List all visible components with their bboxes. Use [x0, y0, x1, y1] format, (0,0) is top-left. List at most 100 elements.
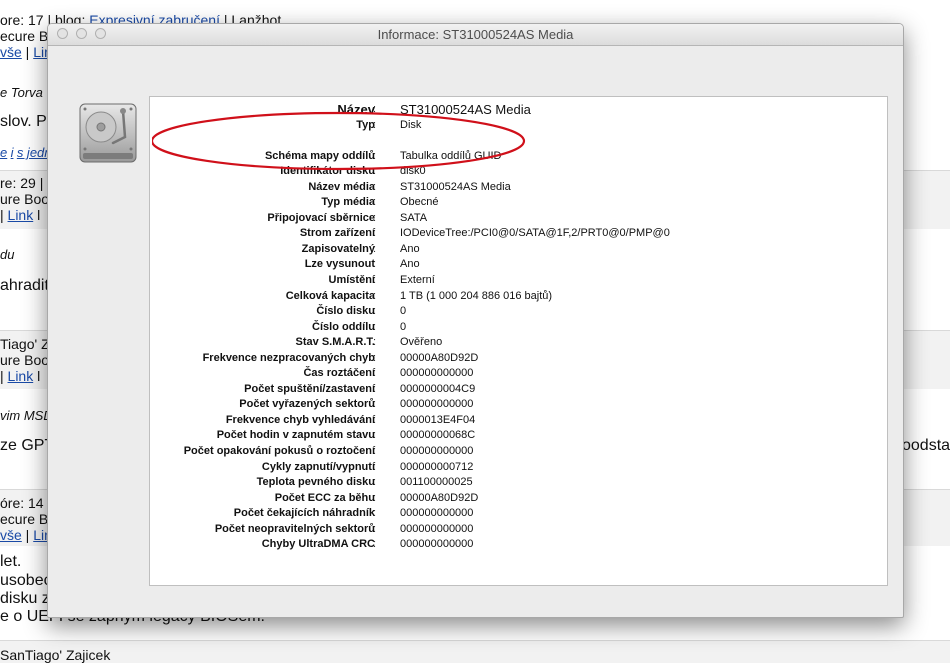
info-label: Strom zařízení: [299, 227, 375, 240]
bg-link-vse-1[interactable]: vše: [0, 44, 22, 60]
info-label: Počet ECC za běhu: [274, 491, 375, 504]
info-label: Počet čekajících náhradník: [233, 507, 375, 520]
info-row: Teplota pevného disku: 001100000025: [150, 475, 887, 491]
window-title: Informace: ST31000524AS Media: [377, 27, 574, 42]
info-value: 0: [400, 305, 407, 318]
info-value: 00000A80D92D: [400, 351, 479, 364]
bg-post-meta-2: re: 29 | l: [0, 175, 51, 191]
bg-text-2: ahradit: [0, 277, 49, 294]
info-colon: :: [373, 242, 377, 255]
bg-text-3b: oodstat: [902, 437, 950, 454]
info-value: Ano: [400, 242, 420, 255]
info-row: Strom zařízení: IODeviceTree:/PCI0@0/SATA…: [150, 226, 887, 242]
bg-links-2: | Link l: [0, 207, 41, 223]
info-colon: :: [373, 258, 377, 271]
info-value: Disk: [400, 118, 422, 131]
info-label: Název: [337, 102, 375, 117]
info-row: Frekvence nezpracovaných chyb: 00000A80D9…: [150, 351, 887, 367]
info-row: Číslo disku: 0: [150, 304, 887, 320]
info-label: Připojovací sběrnice: [267, 211, 375, 224]
info-colon: :: [373, 211, 377, 224]
info-row: Počet ECC za běhu: 00000A80D92D: [150, 491, 887, 507]
bg-quote-3: vim MSD: [0, 408, 53, 423]
info-label: Čas roztáčení: [303, 367, 375, 380]
info-row: Stav S.M.A.R.T.: Ověřeno: [150, 335, 887, 351]
bg-text-4a: let.: [0, 553, 22, 570]
info-value: Externí: [400, 274, 435, 287]
info-row: Název média: ST31000524AS Media: [150, 180, 887, 196]
info-row: Identifikátor disku: disk0: [150, 164, 887, 180]
bg-quote-1: e Torva: [0, 85, 43, 100]
info-value: 000000000000: [400, 522, 474, 535]
info-label: Umístění: [328, 274, 375, 287]
info-row: Počet hodin v zapnutém stavu: 00000000068…: [150, 428, 887, 444]
hard-disk-icon: [79, 103, 137, 163]
info-colon: :: [373, 118, 377, 131]
bg-link-vse-4[interactable]: vše: [0, 527, 22, 543]
info-row: Počet čekajících náhradník: 000000000000: [150, 506, 887, 522]
info-colon: :: [373, 227, 377, 240]
info-value: 000000000712: [400, 460, 474, 473]
bg-text-4c: disku z: [0, 590, 50, 607]
bg-quote-2: du: [0, 247, 15, 262]
info-row: Počet opakování pokusů o roztočení: 00000…: [150, 444, 887, 460]
zoom-button[interactable]: [95, 28, 106, 39]
info-colon: :: [373, 538, 377, 551]
info-row: Počet spuštění/zastavení: 0000000004C9: [150, 382, 887, 398]
bg-post-meta-5: SanTiago' Zajicek: [0, 647, 111, 663]
close-button[interactable]: [57, 28, 68, 39]
info-value: ST31000524AS Media: [400, 180, 511, 193]
info-colon: :: [373, 180, 377, 193]
info-value: 0000013E4F04: [400, 413, 476, 426]
info-value: 00000000068C: [400, 429, 476, 442]
info-colon: :: [373, 507, 377, 520]
minimize-button[interactable]: [76, 28, 87, 39]
info-label: Zapisovatelný: [301, 242, 375, 255]
info-rows: Název: ST31000524AS Media Typ: Disk Schéma m…: [150, 102, 887, 553]
bg-link-2[interactable]: Link: [8, 207, 34, 223]
window-titlebar[interactable]: Informace: ST31000524AS Media: [48, 24, 903, 46]
info-label: Číslo disku: [316, 305, 375, 318]
info-colon: :: [373, 274, 377, 287]
info-value: Obecné: [400, 196, 439, 209]
info-value: 0000000004C9: [400, 382, 476, 395]
info-row: Čas roztáčení: 000000000000: [150, 366, 887, 382]
bg-secure-boot-3: ure Boo: [0, 352, 50, 368]
info-window: Informace: ST31000524AS Media Název: ST31…: [47, 23, 904, 618]
info-value: Ověřeno: [400, 336, 443, 349]
info-row: Připojovací sběrnice: SATA: [150, 211, 887, 227]
info-row: Cykly zapnutí/vypnutí: 000000000712: [150, 460, 887, 476]
info-colon: :: [373, 351, 377, 364]
bg-post-meta-4: óre: 14: [0, 495, 44, 511]
bg-link-3[interactable]: Link: [8, 368, 34, 384]
info-colon: :: [373, 460, 377, 473]
info-label: Frekvence nezpracovaných chyb: [202, 351, 375, 364]
info-label: Cykly zapnutí/vypnutí: [261, 460, 375, 473]
info-label: Počet spuštění/zastavení: [244, 382, 375, 395]
bg-secure-boot-4: ecure B: [0, 511, 49, 527]
info-colon: :: [373, 382, 377, 395]
info-value: 000000000000: [400, 398, 474, 411]
info-colon: :: [373, 429, 377, 442]
info-row: Počet vyřazených sektorů: 000000000000: [150, 397, 887, 413]
info-colon: :: [373, 165, 377, 178]
info-value: 1 TB (1 000 204 886 016 bajtů): [400, 289, 553, 302]
info-label: Počet opakování pokusů o roztočení: [183, 445, 375, 458]
info-panel: Název: ST31000524AS Media Typ: Disk Schéma m…: [149, 96, 888, 586]
info-row: Chyby UltraDMA CRC: 000000000000: [150, 537, 887, 553]
info-colon: :: [373, 305, 377, 318]
bg-links-1: vše | Lin: [0, 44, 52, 60]
info-value: 000000000000: [400, 367, 474, 380]
info-label: Počet hodin v zapnutém stavu: [216, 429, 375, 442]
bg-text-1: slov. P: [0, 113, 47, 130]
info-label: Lze vysunout: [304, 258, 375, 271]
info-row: Název: ST31000524AS Media: [150, 102, 887, 118]
bg-secure-boot-2: ure Boo: [0, 191, 50, 207]
info-value: 00000A80D92D: [400, 491, 479, 504]
info-label: Identifikátor disku: [280, 165, 375, 178]
info-row: Schéma mapy oddílů: Tabulka oddílů GUID: [150, 149, 887, 165]
info-label: Teplota pevného disku: [256, 476, 375, 489]
info-label: Počet vyřazených sektorů: [239, 398, 375, 411]
info-colon: :: [373, 336, 377, 349]
info-colon: :: [373, 445, 377, 458]
